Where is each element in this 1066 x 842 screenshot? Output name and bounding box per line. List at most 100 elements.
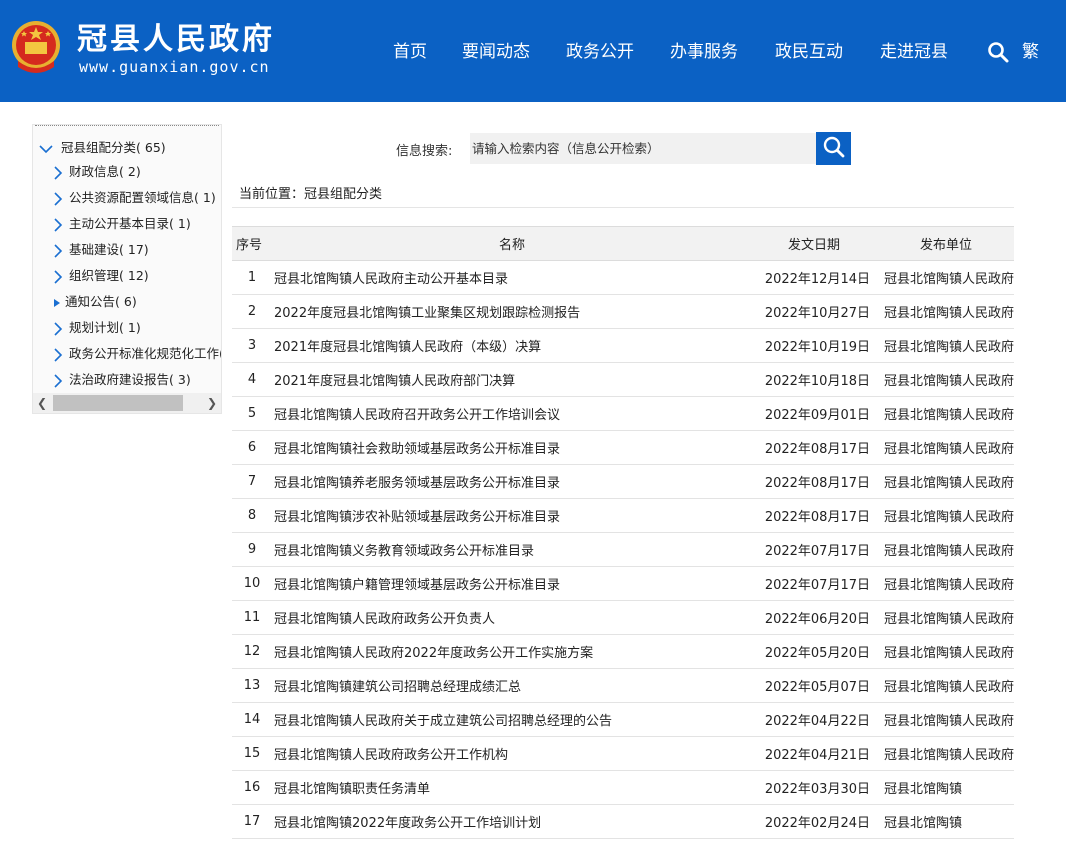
row-date: 2022年05月20日	[750, 634, 878, 669]
table-row[interactable]: 6 冠县北馆陶镇社会救助领域基层政务公开标准目录 2022年08月17日 冠县北馆陶镇…	[232, 430, 1014, 465]
row-date: 2022年12月14日	[750, 260, 878, 295]
tree-item-public-resources[interactable]: 公共资源配置领域信息( 1)	[53, 187, 216, 209]
table-row[interactable]: 10 冠县北馆陶镇户籍管理领域基层政务公开标准目录 2022年07月17日 冠县北馆陶…	[232, 566, 1014, 601]
table-row[interactable]: 7 冠县北馆陶镇养老服务领域基层政务公开标准目录 2022年08月17日 冠县北馆陶镇…	[232, 464, 1014, 499]
row-title-link[interactable]: 冠县北馆陶镇人民政府政务公开工作机构	[272, 736, 750, 771]
chevron-right-icon	[54, 269, 63, 284]
row-unit: 冠县北馆陶镇人民政府	[878, 294, 1014, 329]
chevron-down-icon[interactable]	[39, 144, 53, 154]
scroll-left-icon[interactable]: ❮	[33, 393, 51, 413]
search-button[interactable]	[816, 132, 851, 165]
tree-item-finance[interactable]: 财政信息( 2)	[53, 161, 141, 183]
search-icon[interactable]	[986, 40, 1010, 64]
table-row[interactable]: 15 冠县北馆陶镇人民政府政务公开工作机构 2022年04月21日 冠县北馆陶镇人民政…	[232, 736, 1014, 771]
row-title-link[interactable]: 冠县北馆陶镇建筑公司招聘总经理成绩汇总	[272, 668, 750, 703]
row-date: 2022年04月21日	[750, 736, 878, 771]
row-title-link[interactable]: 冠县北馆陶镇社会救助领域基层政务公开标准目录	[272, 430, 750, 465]
sidebar-horizontal-scrollbar[interactable]: ❮ ❯	[33, 393, 221, 413]
search-label: 信息搜索:	[396, 144, 453, 159]
table-row[interactable]: 16 冠县北馆陶镇职责任务清单 2022年03月30日 冠县北馆陶镇	[232, 770, 1014, 805]
traditional-chinese-link[interactable]: 繁	[1022, 39, 1039, 65]
nav-home[interactable]: 首页	[393, 39, 427, 65]
row-index: 7	[232, 464, 272, 499]
row-title-link[interactable]: 冠县北馆陶镇人民政府主动公开基本目录	[272, 260, 750, 295]
site-title[interactable]: 冠县人民政府	[77, 20, 275, 60]
row-unit: 冠县北馆陶镇人民政府	[878, 328, 1014, 363]
table-row[interactable]: 12 冠县北馆陶镇人民政府2022年度政务公开工作实施方案 2022年05月20日冠…	[232, 634, 1014, 669]
tree-item-basic-catalog[interactable]: 主动公开基本目录( 1)	[53, 213, 191, 235]
table-row[interactable]: 1 冠县北馆陶镇人民政府主动公开基本目录 2022年12月14日 冠县北馆陶镇人民政府	[232, 260, 1014, 295]
header-index: 序号	[232, 226, 272, 261]
table-row[interactable]: 13 冠县北馆陶镇建筑公司招聘总经理成绩汇总 2022年05月07日 冠县北馆陶镇人民…	[232, 668, 1014, 703]
row-title-link[interactable]: 2021年度冠县北馆陶镇人民政府部门决算	[272, 362, 750, 397]
tree-item-count: ( 1)	[194, 190, 216, 205]
row-date: 2022年10月27日	[750, 294, 878, 329]
tree-item-standardization[interactable]: 政务公开标准化规范化工作(	[53, 343, 221, 365]
row-title-link[interactable]: 冠县北馆陶镇义务教育领域政务公开标准目录	[272, 532, 750, 567]
row-index: 14	[232, 702, 272, 737]
row-date: 2022年10月18日	[750, 362, 878, 397]
row-unit: 冠县北馆陶镇	[878, 770, 1014, 805]
row-title-link[interactable]: 冠县北馆陶镇人民政府关于成立建筑公司招聘总经理的公告	[272, 702, 750, 737]
row-index: 2	[232, 294, 272, 329]
tree-item-notices[interactable]: 通知公告( 6)	[53, 291, 137, 313]
row-title-link[interactable]: 冠县北馆陶镇人民政府政务公开负责人	[272, 600, 750, 635]
tree-item-count: ( 1)	[169, 216, 191, 231]
tree-item-planning[interactable]: 规划计划( 1)	[53, 317, 141, 339]
row-date: 2022年08月17日	[750, 430, 878, 465]
search-input[interactable]	[470, 133, 816, 164]
document-table: 序号 名称 发文日期 发布单位 1 冠县北馆陶镇人民政府主动公开基本目录 2022年…	[232, 226, 1014, 839]
tree-item-infrastructure[interactable]: 基础建设( 17)	[53, 239, 149, 261]
table-row[interactable]: 14 冠县北馆陶镇人民政府关于成立建筑公司招聘总经理的公告 2022年04月22日冠…	[232, 702, 1014, 737]
row-title-link[interactable]: 冠县北馆陶镇人民政府召开政务公开工作培训会议	[272, 396, 750, 431]
chevron-right-icon	[54, 243, 63, 258]
tree-item-label: 主动公开基本目录	[69, 216, 170, 231]
row-date: 2022年04月22日	[750, 702, 878, 737]
table-header-row: 序号 名称 发文日期 发布单位	[232, 226, 1014, 261]
row-title-link[interactable]: 冠县北馆陶镇人民政府2022年度政务公开工作实施方案	[272, 634, 750, 669]
row-title-link[interactable]: 2021年度冠县北馆陶镇人民政府（本级）决算	[272, 328, 750, 363]
tree-item-count: (	[219, 346, 221, 361]
nav-services[interactable]: 办事服务	[670, 39, 738, 65]
row-date: 2022年08月17日	[750, 498, 878, 533]
national-emblem-icon[interactable]	[10, 17, 62, 77]
row-date: 2022年08月17日	[750, 464, 878, 499]
nav-about[interactable]: 走进冠县	[880, 39, 948, 65]
row-title-link[interactable]: 冠县北馆陶镇涉农补贴领域基层政务公开标准目录	[272, 498, 750, 533]
table-row[interactable]: 11 冠县北馆陶镇人民政府政务公开负责人 2022年06月20日 冠县北馆陶镇人民政府	[232, 600, 1014, 635]
row-unit: 冠县北馆陶镇人民政府	[878, 566, 1014, 601]
row-title-link[interactable]: 冠县北馆陶镇养老服务领域基层政务公开标准目录	[272, 464, 750, 499]
nav-gov-affairs[interactable]: 政务公开	[566, 39, 634, 65]
row-date: 2022年02月24日	[750, 804, 878, 839]
table-row[interactable]: 8 冠县北馆陶镇涉农补贴领域基层政务公开标准目录 2022年08月17日 冠县北馆陶镇…	[232, 498, 1014, 533]
tree-root-item[interactable]: 冠县组配分类( 65)	[39, 137, 166, 159]
tree-item-label: 规划计划	[69, 320, 120, 335]
table-row[interactable]: 5 冠县北馆陶镇人民政府召开政务公开工作培训会议 2022年09月01日 冠县北馆陶镇…	[232, 396, 1014, 431]
triangle-right-icon	[54, 298, 60, 307]
row-title-link[interactable]: 冠县北馆陶镇户籍管理领域基层政务公开标准目录	[272, 566, 750, 601]
tree-item-count: ( 17)	[119, 242, 149, 257]
tree-item-count: ( 1)	[119, 320, 141, 335]
row-title-link[interactable]: 2022年度冠县北馆陶镇工业聚集区规划跟踪检测报告	[272, 294, 750, 329]
table-row[interactable]: 3 2021年度冠县北馆陶镇人民政府（本级）决算 2022年10月19日 冠县北馆陶镇…	[232, 328, 1014, 363]
table-row[interactable]: 17 冠县北馆陶镇2022年度政务公开工作培训计划 2022年02月24日 冠县北馆陶…	[232, 804, 1014, 839]
site-url: www.guanxian.gov.cn	[79, 58, 270, 76]
row-unit: 冠县北馆陶镇人民政府	[878, 702, 1014, 737]
tree-item-rule-of-law[interactable]: 法治政府建设报告( 3)	[53, 369, 191, 391]
row-title-link[interactable]: 冠县北馆陶镇职责任务清单	[272, 770, 750, 805]
nav-news[interactable]: 要闻动态	[462, 39, 530, 65]
row-date: 2022年05月07日	[750, 668, 878, 703]
tree-item-count: ( 12)	[119, 268, 149, 283]
table-row[interactable]: 9 冠县北馆陶镇义务教育领域政务公开标准目录 2022年07月17日 冠县北馆陶镇人民…	[232, 532, 1014, 567]
chevron-right-icon	[54, 191, 63, 206]
tree-item-count: ( 2)	[119, 164, 141, 179]
scrollbar-thumb[interactable]	[53, 395, 183, 411]
row-title-link[interactable]: 冠县北馆陶镇2022年度政务公开工作培训计划	[272, 804, 750, 839]
scroll-right-icon[interactable]: ❯	[203, 393, 221, 413]
breadcrumb: 当前位置：冠县组配分类	[239, 187, 383, 202]
nav-interaction[interactable]: 政民互动	[775, 39, 843, 65]
row-index: 12	[232, 634, 272, 669]
table-row[interactable]: 2 2022年度冠县北馆陶镇工业聚集区规划跟踪检测报告 2022年10月27日 冠县北…	[232, 294, 1014, 329]
tree-item-organization[interactable]: 组织管理( 12)	[53, 265, 149, 287]
table-row[interactable]: 4 2021年度冠县北馆陶镇人民政府部门决算 2022年10月18日 冠县北馆陶镇人民…	[232, 362, 1014, 397]
